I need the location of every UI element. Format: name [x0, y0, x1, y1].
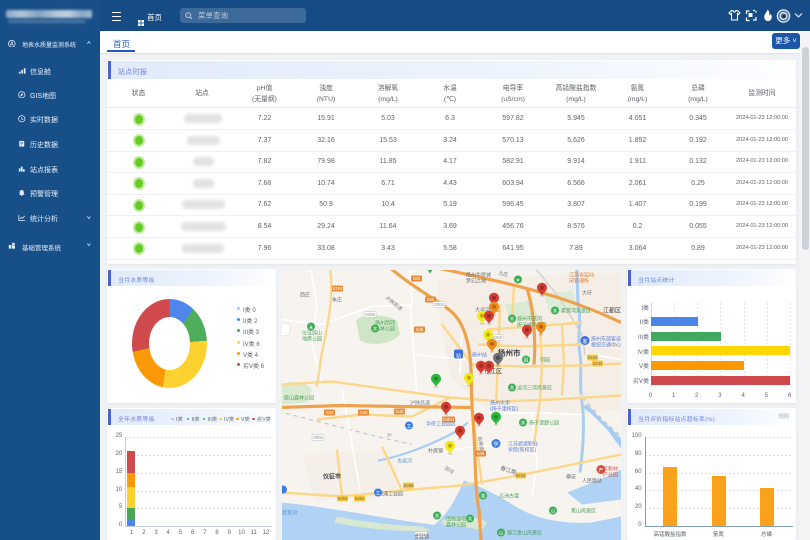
svg-text:X004: X004	[434, 302, 444, 307]
svg-text:G40: G40	[360, 410, 369, 415]
svg-text:沪陕高速: 沪陕高速	[410, 399, 430, 406]
svg-text:S49: S49	[477, 451, 485, 456]
svg-text:X306: X306	[365, 312, 375, 317]
svg-text:学院(新校区): 学院(新校区)	[508, 446, 537, 453]
svg-text:森林公园: 森林公园	[446, 521, 466, 528]
svg-text:山: 山	[551, 507, 556, 514]
svg-text:捺山森林公园: 捺山森林公园	[284, 394, 314, 401]
svg-text:扬州站: 扬州站	[472, 351, 487, 358]
svg-text:焦山风景区: 焦山风景区	[571, 507, 596, 514]
svg-text:地质公园: 地质公园	[302, 335, 322, 342]
svg-text:朴席镇: 朴席镇	[428, 447, 443, 454]
svg-text:产业园: 产业园	[603, 471, 618, 478]
svg-text:扬州东部客运: 扬州东部客运	[591, 335, 621, 342]
svg-text:大玗: 大玗	[582, 289, 592, 296]
svg-text:扬子津野公园: 扬子津野公园	[529, 419, 559, 426]
svg-text:世业镇: 世业镇	[414, 533, 429, 540]
svg-text:站: 站	[456, 352, 461, 359]
svg-text:客: 客	[582, 338, 587, 345]
svg-text:梦幻之城: 梦幻之城	[466, 277, 486, 284]
svg-text:运河三湾风景区: 运河三湾风景区	[517, 384, 552, 391]
svg-text:木: 木	[435, 512, 440, 519]
svg-text:学: 学	[493, 441, 498, 448]
svg-text:扬州市慧冈: 扬州市慧冈	[517, 315, 542, 322]
svg-text:S243: S243	[593, 361, 603, 366]
svg-text:工: 工	[406, 424, 411, 430]
svg-text:S353: S353	[333, 286, 343, 291]
svg-text:木: 木	[468, 515, 473, 522]
svg-text:木: 木	[373, 325, 378, 332]
svg-text:G40: G40	[326, 410, 335, 415]
svg-text:扬州大学: 扬州大学	[490, 399, 510, 406]
svg-text:茱萸湾风景区: 茱萸湾风景区	[561, 307, 591, 314]
svg-text:瓜洲古渡: 瓜洲古渡	[499, 492, 519, 499]
svg-text:人民路站: 人民路站	[582, 477, 602, 484]
svg-text:江苏旅游职业: 江苏旅游职业	[508, 440, 538, 447]
svg-text:木: 木	[510, 384, 515, 391]
svg-text:木: 木	[553, 307, 558, 314]
svg-text:S353: S353	[355, 496, 365, 501]
svg-text:S353: S353	[338, 496, 348, 501]
svg-text:华侨工业园区: 华侨工业园区	[426, 420, 456, 427]
svg-text:何园: 何园	[540, 356, 550, 363]
svg-text:渡: 渡	[481, 492, 486, 499]
svg-text:江苏省监仙: 江苏省监仙	[569, 271, 594, 278]
svg-text:S356: S356	[404, 483, 414, 488]
svg-text:古运河: 古运河	[397, 457, 412, 464]
svg-text:江都区: 江都区	[603, 306, 621, 314]
svg-text:枢纽交通中心: 枢纽交通中心	[591, 341, 621, 348]
svg-text:胥家河: 胥家河	[282, 509, 297, 516]
svg-text:木: 木	[521, 419, 526, 426]
svg-text:S49: S49	[416, 327, 424, 332]
svg-text:S243: S243	[516, 473, 526, 478]
svg-text:横安: 横安	[566, 473, 576, 480]
svg-text:G40: G40	[396, 409, 405, 414]
svg-text:产: 产	[598, 467, 603, 474]
svg-text:镇江金山风景区: 镇江金山风景区	[507, 529, 542, 536]
svg-text:山: 山	[499, 529, 504, 536]
svg-text:扬州西郊: 扬州西郊	[375, 319, 395, 326]
svg-text:朱庄: 朱庄	[332, 296, 342, 303]
svg-text:工: 工	[375, 491, 380, 497]
svg-text:⛰: ⛰	[309, 324, 313, 329]
svg-text:S28: S28	[413, 276, 421, 281]
svg-text:西庄: 西庄	[300, 291, 310, 298]
svg-text:木: 木	[510, 315, 515, 322]
svg-text:仪征市: 仪征市	[322, 472, 341, 480]
svg-text:扬州华侨城: 扬州华侨城	[466, 271, 491, 278]
svg-text:S243: S243	[588, 355, 598, 360]
svg-text:仪征捺山: 仪征捺山	[302, 329, 322, 336]
svg-text:(扬子津校区): (扬子津校区)	[490, 405, 519, 412]
svg-text:闰扬湿地: 闰扬湿地	[446, 515, 466, 522]
svg-text:闲管理所: 闲管理所	[569, 277, 589, 284]
svg-text:X002: X002	[313, 435, 323, 440]
